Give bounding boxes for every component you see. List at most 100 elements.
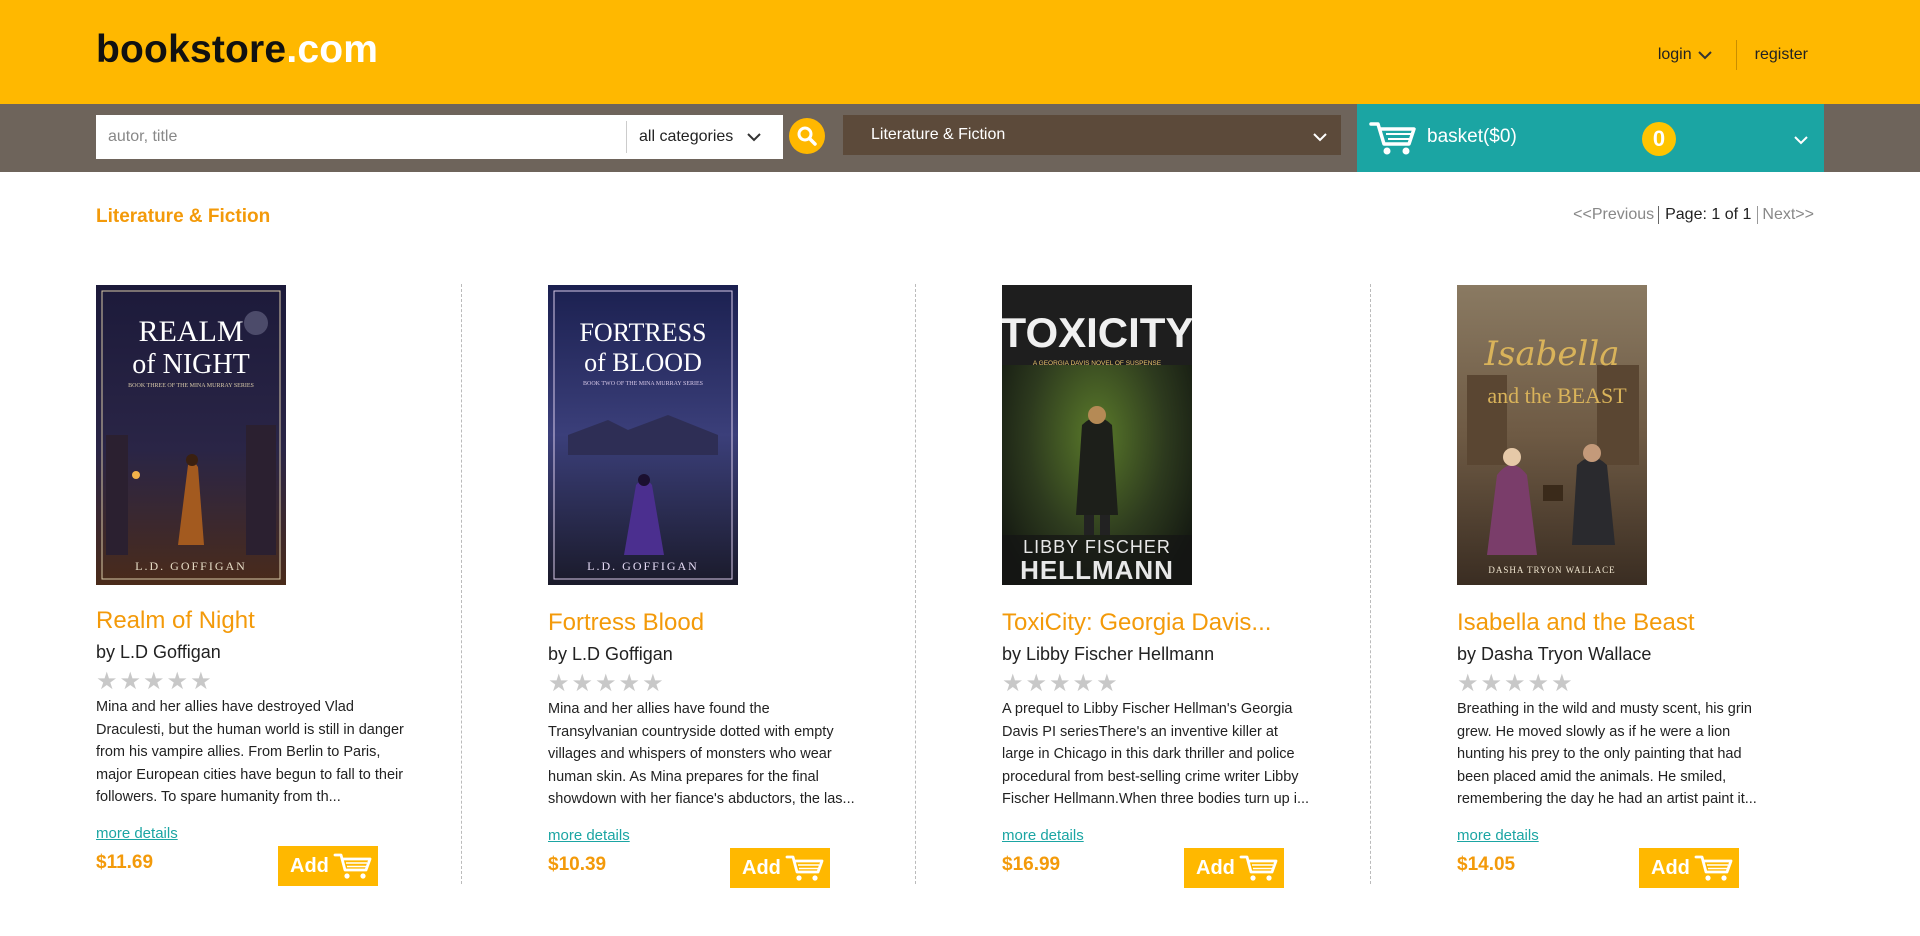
next-page-link[interactable]: Next>> [1762,206,1814,224]
genre-select[interactable]: Literature & Fiction [843,115,1341,155]
product-author: by L.D Goffigan [548,644,673,664]
top-header: bookstore.com login register [0,0,1920,104]
add-to-cart-button[interactable]: Add [1184,848,1284,888]
star-icon[interactable]: ★ [190,670,212,694]
star-icon[interactable]: ★ [1002,672,1024,696]
star-icon[interactable]: ★ [1096,672,1118,696]
cart-icon [333,853,372,879]
rating-stars[interactable]: ★ ★ ★ ★ ★ [1002,672,1118,696]
rating-stars[interactable]: ★ ★ ★ ★ ★ [548,672,664,696]
more-details-link[interactable]: more details [1002,827,1084,844]
book-cover[interactable]: FORTRESS of BLOOD BOOK TWO OF THE MINA M… [548,285,738,585]
add-label: Add [290,854,329,877]
product-card: TOXICITY A GEORGIA DAVIS NOVEL OF SUSPEN… [1002,270,1332,890]
star-icon[interactable]: ★ [642,672,664,696]
star-icon[interactable]: ★ [1504,672,1526,696]
product-description: Mina and her allies have found the Trans… [548,701,855,807]
logo-main: bookstore [96,28,287,71]
category-selected: all categories [639,128,734,145]
product-author: by L.D Goffigan [96,642,221,662]
star-icon[interactable]: ★ [1551,672,1573,696]
cover-title-2: of BLOOD [584,348,702,377]
rating-stars[interactable]: ★ ★ ★ ★ ★ [1457,672,1573,696]
product-card: FORTRESS of BLOOD BOOK TWO OF THE MINA M… [548,270,878,890]
star-icon[interactable]: ★ [619,672,641,696]
category-select[interactable]: all categories [627,128,761,146]
product-card: REALM of NIGHT BOOK THREE OF THE MINA MU… [96,270,426,890]
card-divider [461,284,462,884]
product-title[interactable]: Fortress Blood [548,609,704,637]
cover-author: L.D. GOFFIGAN [587,559,699,573]
add-label: Add [1651,856,1690,879]
star-icon[interactable]: ★ [1481,672,1503,696]
product-title[interactable]: Realm of Night [96,607,255,635]
product-description: Mina and her allies have destroyed Vlad … [96,699,404,805]
star-icon[interactable]: ★ [167,670,189,694]
product-description: A prequel to Libby Fischer Hellman's Geo… [1002,701,1310,807]
cover-title-1: Isabella [1483,334,1619,374]
add-label: Add [742,856,781,879]
add-to-cart-button[interactable]: Add [278,846,378,886]
book-cover[interactable]: TOXICITY A GEORGIA DAVIS NOVEL OF SUSPEN… [1002,285,1192,585]
add-to-cart-button[interactable]: Add [730,848,830,888]
chevron-down-icon [1697,51,1712,60]
star-icon[interactable]: ★ [1026,672,1048,696]
product-price: $14.05 [1457,854,1516,875]
book-cover-image: REALM of NIGHT BOOK THREE OF THE MINA MU… [96,285,286,585]
product-title[interactable]: ToxiCity: Georgia Davis... [1002,609,1271,637]
basket-label: basket($0) [1427,126,1517,147]
cart-icon [785,855,824,881]
site-logo[interactable]: bookstore.com [96,28,378,72]
header-divider [1735,40,1737,70]
product-title[interactable]: Isabella and the Beast [1457,609,1695,637]
card-divider [1370,284,1371,884]
add-label: Add [1196,856,1235,879]
book-cover-image: FORTRESS of BLOOD BOOK TWO OF THE MINA M… [548,285,738,585]
user-links: login register [1658,40,1808,70]
more-details-link[interactable]: more details [548,827,630,844]
star-icon[interactable]: ★ [1528,672,1550,696]
cover-author: DASHA TRYON WALLACE [1488,565,1615,575]
star-icon[interactable]: ★ [1049,672,1071,696]
genre-selected: Literature & Fiction [871,126,1006,143]
product-description: Breathing in the wild and musty scent, h… [1457,701,1757,807]
star-icon[interactable]: ★ [1073,672,1095,696]
card-divider [915,284,916,884]
cover-author: L.D. GOFFIGAN [135,559,247,573]
cover-title-2: and the BEAST [1487,383,1627,408]
product-author: by Libby Fischer Hellmann [1002,644,1215,664]
search-button[interactable] [789,118,825,154]
product-price: $16.99 [1002,854,1061,875]
section-title: Literature & Fiction [96,206,271,227]
logo-suffix: .com [286,28,379,71]
chevron-down-icon [1794,132,1808,150]
cart-icon [1239,855,1278,881]
book-cover[interactable]: REALM of NIGHT BOOK THREE OF THE MINA MU… [96,285,286,585]
basket-dropdown[interactable]: basket($0) 0 [1357,104,1824,172]
book-cover-image: TOXICITY A GEORGIA DAVIS NOVEL OF SUSPEN… [1002,285,1192,585]
product-grid: REALM of NIGHT BOOK THREE OF THE MINA MU… [0,270,1920,890]
star-icon[interactable]: ★ [120,670,142,694]
more-details-link[interactable]: more details [1457,827,1539,844]
star-icon[interactable]: ★ [548,672,570,696]
star-icon[interactable]: ★ [96,670,118,694]
basket-count-badge: 0 [1642,122,1676,156]
star-icon[interactable]: ★ [595,672,617,696]
cover-author-2: HELLMANN [1020,555,1174,585]
product-author: by Dasha Tryon Wallace [1457,644,1652,664]
prev-page-link[interactable]: <<Previous [1573,206,1654,224]
register-link[interactable]: register [1755,46,1808,64]
book-cover[interactable]: Isabella and the BEAST DASHA TRYON WALLA… [1457,285,1647,585]
star-icon[interactable]: ★ [572,672,594,696]
rating-stars[interactable]: ★ ★ ★ ★ ★ [96,670,212,694]
add-to-cart-button[interactable]: Add [1639,848,1739,888]
cover-title-1: FORTRESS [579,318,706,347]
login-dropdown[interactable]: login [1658,46,1712,64]
search-icon [797,126,817,146]
more-details-link[interactable]: more details [96,825,178,842]
product-price: $11.69 [96,852,154,873]
star-icon[interactable]: ★ [1457,672,1479,696]
cover-title-1: TOXICITY [1002,309,1192,356]
star-icon[interactable]: ★ [143,670,165,694]
search-input[interactable] [96,115,626,159]
